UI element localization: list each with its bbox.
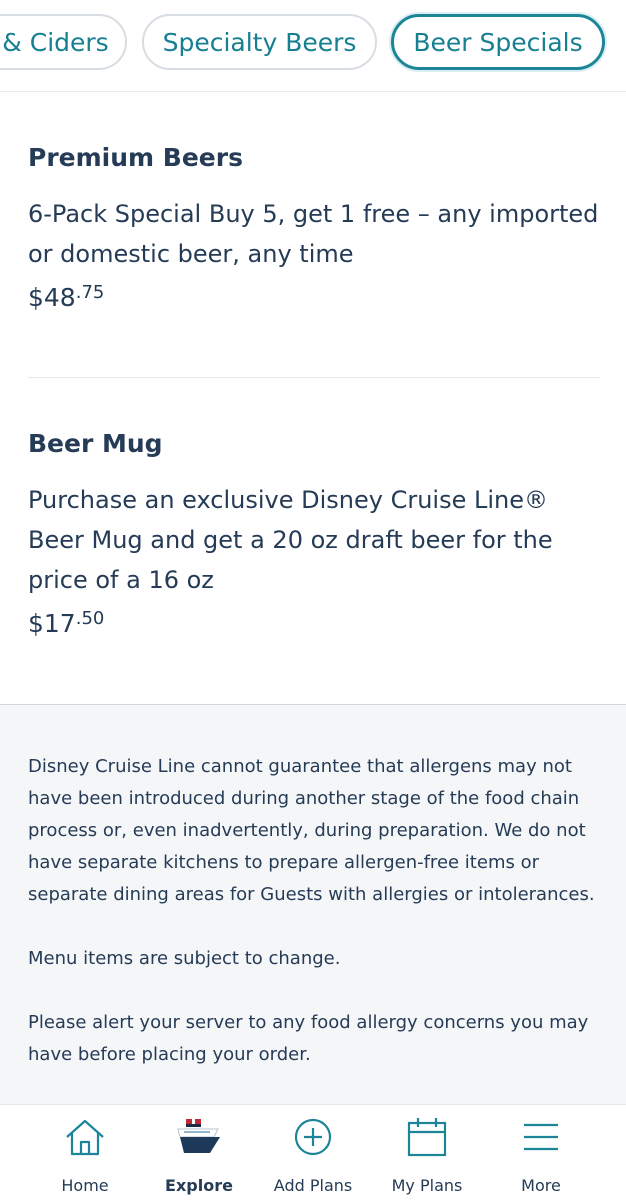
item-price: $48.75 [28,282,600,312]
tab-beer-specials[interactable]: Beer Specials [391,14,605,70]
nav-label: Explore [165,1176,233,1195]
alert-notice: Please alert your server to any food all… [28,1012,589,1065]
nav-add-plans[interactable]: Add Plans [256,1105,370,1200]
item-title: Premium Beers [28,143,243,172]
price-cents: .75 [75,282,105,303]
price-cents: .50 [75,608,105,629]
item-price: $17.50 [28,608,600,638]
allergen-text: Disney Cruise Line cannot guarantee that… [28,756,595,905]
tab-ciders[interactable]: & Ciders [0,14,127,70]
nav-label: Home [61,1176,109,1195]
menu-item: Premium Beers 6-Pack Special Buy 5, get … [28,143,600,312]
nav-my-plans[interactable]: My Plans [370,1105,484,1200]
nav-label: My Plans [391,1176,463,1195]
plus-circle-icon [294,1118,332,1156]
divider [28,377,600,378]
menu-item: Beer Mug Purchase an exclusive Disney Cr… [28,429,600,638]
nav-label: Add Plans [273,1176,353,1195]
price-dollars: $17 [28,609,76,638]
menu-icon [524,1123,558,1151]
allergen-disclaimer: Disney Cruise Line cannot guarantee that… [0,704,626,1104]
change-notice: Menu items are subject to change. [28,948,341,969]
ship-icon [177,1119,220,1153]
nav-home[interactable]: Home [28,1105,142,1200]
item-title: Beer Mug [28,429,163,458]
nav-label: More [521,1176,561,1195]
price-dollars: $48 [28,283,76,312]
item-description: Purchase an exclusive Disney Cruise Line… [28,486,553,594]
category-tabs: & Ciders Specialty Beers Beer Specials [0,0,626,92]
bottom-nav: Home Explore Add Plans My Plans More [0,1104,626,1200]
nav-more[interactable]: More [484,1105,598,1200]
item-description: 6-Pack Special Buy 5, get 1 free – any i… [28,200,599,268]
nav-explore[interactable]: Explore [142,1105,256,1200]
calendar-icon [407,1118,447,1157]
home-icon [66,1119,104,1156]
tab-specialty-beers[interactable]: Specialty Beers [142,14,377,70]
